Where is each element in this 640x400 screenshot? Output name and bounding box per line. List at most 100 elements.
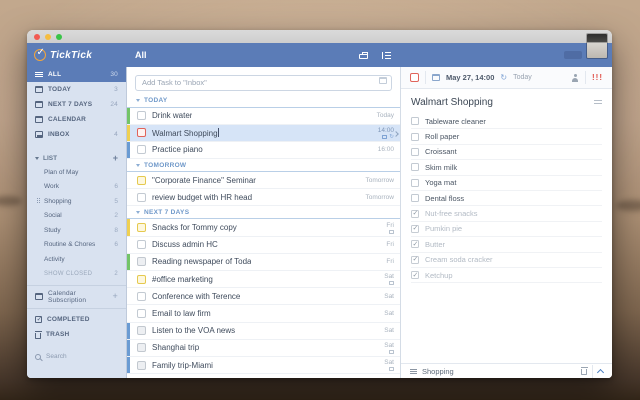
task-row[interactable]: Family trip-Miami Sat (127, 356, 400, 375)
checklist-checkbox[interactable] (411, 224, 419, 233)
sidebar-list-social[interactable]: Social 2 (27, 209, 126, 224)
checklist-checkbox[interactable] (411, 117, 419, 126)
delete-task-icon[interactable] (580, 367, 588, 375)
sidebar-item-label: NEXT 7 DAYS (48, 101, 93, 108)
task-list-selector[interactable]: Shopping (422, 367, 454, 376)
sidebar-item-calendar[interactable]: CALENDAR (27, 112, 126, 127)
checklist-item[interactable]: Croissant (411, 145, 602, 161)
repeat-icon[interactable]: ↻ (500, 73, 507, 82)
checklist-item[interactable]: Dental floss (411, 191, 602, 207)
task-row[interactable]: Drink water Today (127, 107, 400, 125)
task-row-selected[interactable]: Walmart Shopping 14:00 ↻ (127, 124, 400, 142)
count-badge: 6 (114, 183, 118, 191)
section-header-tomorrow[interactable]: TOMORROW (127, 159, 400, 173)
task-checkbox[interactable] (137, 326, 146, 336)
zoom-window-button[interactable] (56, 33, 62, 40)
checklist-checkbox[interactable] (411, 209, 419, 218)
sync-icon[interactable] (564, 51, 582, 59)
open-detail-chevron-icon[interactable] (393, 130, 399, 137)
task-row[interactable]: Snacks for Tommy copy Fri (127, 219, 400, 237)
checklist-checkbox[interactable] (411, 132, 419, 141)
sidebar-item-trash[interactable]: TRASH (27, 327, 126, 342)
task-checkbox[interactable] (137, 145, 146, 155)
task-checkbox[interactable] (137, 291, 146, 301)
add-task-input[interactable] (135, 74, 392, 91)
checklist-item-checked[interactable]: Cream soda cracker (411, 253, 602, 268)
task-detail-title[interactable]: Walmart Shopping (411, 97, 493, 108)
checklist-checkbox[interactable] (411, 163, 419, 172)
due-date[interactable]: May 27, 14:00 (446, 73, 494, 82)
checklist-checkbox[interactable] (411, 240, 419, 249)
minimize-window-button[interactable] (45, 33, 51, 40)
task-row[interactable]: Discuss admin HC Fri (127, 237, 400, 254)
print-icon[interactable] (359, 52, 368, 59)
task-row[interactable]: #office marketing Sat (127, 271, 400, 289)
sidebar-list-work[interactable]: Work 6 (27, 180, 126, 195)
priority-marks[interactable]: !!! (592, 73, 603, 82)
task-row[interactable]: Reading newspaper of Toda Fri (127, 253, 400, 271)
task-title: Family trip-Miami (152, 360, 213, 370)
date-icon[interactable] (432, 74, 440, 81)
checklist-item-checked[interactable]: Nut-free snacks (411, 206, 602, 222)
checklist-checkbox[interactable] (411, 271, 419, 280)
add-subscription-button[interactable]: + (113, 292, 118, 301)
task-row[interactable]: Shanghai trip Sat (127, 339, 400, 357)
detail-checkbox-high-priority[interactable] (410, 73, 419, 82)
task-row[interactable]: Listen to the VOA news Sat (127, 322, 400, 340)
checklist-item[interactable]: Skim milk (411, 160, 602, 176)
section-header-next7days[interactable]: NEXT 7 DAYS (127, 206, 400, 220)
collapse-panel-chevron-icon[interactable] (596, 368, 605, 376)
task-row[interactable]: "Corporate Finance" Seminar Tomorrow (127, 172, 400, 190)
sidebar-item-calendar-subscription[interactable]: Calendar Subscription + (27, 289, 126, 304)
task-row[interactable]: review budget with HR head Tomorrow (127, 189, 400, 207)
sidebar-list-plan-of-may[interactable]: Plan of May (27, 165, 126, 180)
task-row[interactable]: Practice piano 16:00 (127, 141, 400, 160)
task-checkbox[interactable] (137, 175, 146, 185)
sidebar-item-today[interactable]: TODAY 3 (27, 82, 126, 97)
sidebar-item-all[interactable]: ALL 30 (27, 67, 126, 82)
task-checkbox[interactable] (137, 240, 146, 250)
checklist-checkbox[interactable] (411, 147, 419, 156)
add-list-button[interactable]: + (113, 153, 118, 163)
close-window-button[interactable] (34, 33, 40, 40)
checklist-checkbox[interactable] (411, 255, 419, 264)
task-row[interactable]: Conference with Terence Sat (127, 288, 400, 306)
drag-handle-icon[interactable] (37, 197, 41, 205)
checklist-checkbox[interactable] (411, 194, 419, 203)
checklist-item-checked[interactable]: Pumkin pie (411, 222, 602, 238)
task-row[interactable]: Email to law firm Sat (127, 305, 400, 323)
task-checkbox[interactable] (137, 257, 146, 267)
sidebar-item-inbox[interactable]: INBOX 4 (27, 127, 126, 142)
avatar[interactable] (587, 34, 607, 58)
task-checkbox-high-priority[interactable] (137, 128, 146, 138)
checklist-menu-icon[interactable] (594, 100, 602, 105)
checklist-item-checked[interactable]: Ketchup (411, 268, 602, 284)
sidebar-list-routine-chores[interactable]: Routine & Chores 6 (27, 238, 126, 253)
window-titlebar[interactable] (27, 30, 612, 43)
checklist-item[interactable]: Yoga mat (411, 176, 602, 191)
sidebar-list-activity[interactable]: Activity (27, 252, 126, 267)
task-checkbox[interactable] (137, 343, 146, 353)
checklist-item-checked[interactable]: Butter (411, 237, 602, 253)
checklist-item[interactable]: Tableware cleaner (411, 114, 602, 130)
search-input[interactable]: Search (27, 349, 126, 364)
task-date-icon[interactable] (379, 77, 387, 84)
list-section-header[interactable]: LIST + (27, 151, 126, 165)
task-checkbox[interactable] (137, 308, 146, 318)
task-checkbox[interactable] (137, 360, 146, 370)
show-closed-toggle[interactable]: SHOW CLOSED 2 (27, 267, 126, 282)
task-checkbox[interactable] (137, 223, 146, 233)
section-header-today[interactable]: TODAY (127, 95, 400, 108)
task-checkbox[interactable] (137, 192, 146, 202)
checklist-checkbox[interactable] (411, 178, 419, 187)
task-checkbox[interactable] (137, 274, 146, 284)
sort-icon[interactable] (382, 51, 391, 59)
checklist-item[interactable]: Roll paper (411, 129, 602, 145)
assign-icon[interactable] (571, 73, 579, 82)
sidebar-item-next7days[interactable]: NEXT 7 DAYS 24 (27, 97, 126, 112)
sidebar-item-completed[interactable]: COMPLETED (27, 312, 126, 327)
sidebar-item-label: TRASH (46, 331, 70, 338)
sidebar-list-study[interactable]: Study 8 (27, 223, 126, 238)
task-checkbox[interactable] (137, 111, 146, 121)
sidebar-list-shopping[interactable]: Shopping 5 (27, 194, 126, 209)
